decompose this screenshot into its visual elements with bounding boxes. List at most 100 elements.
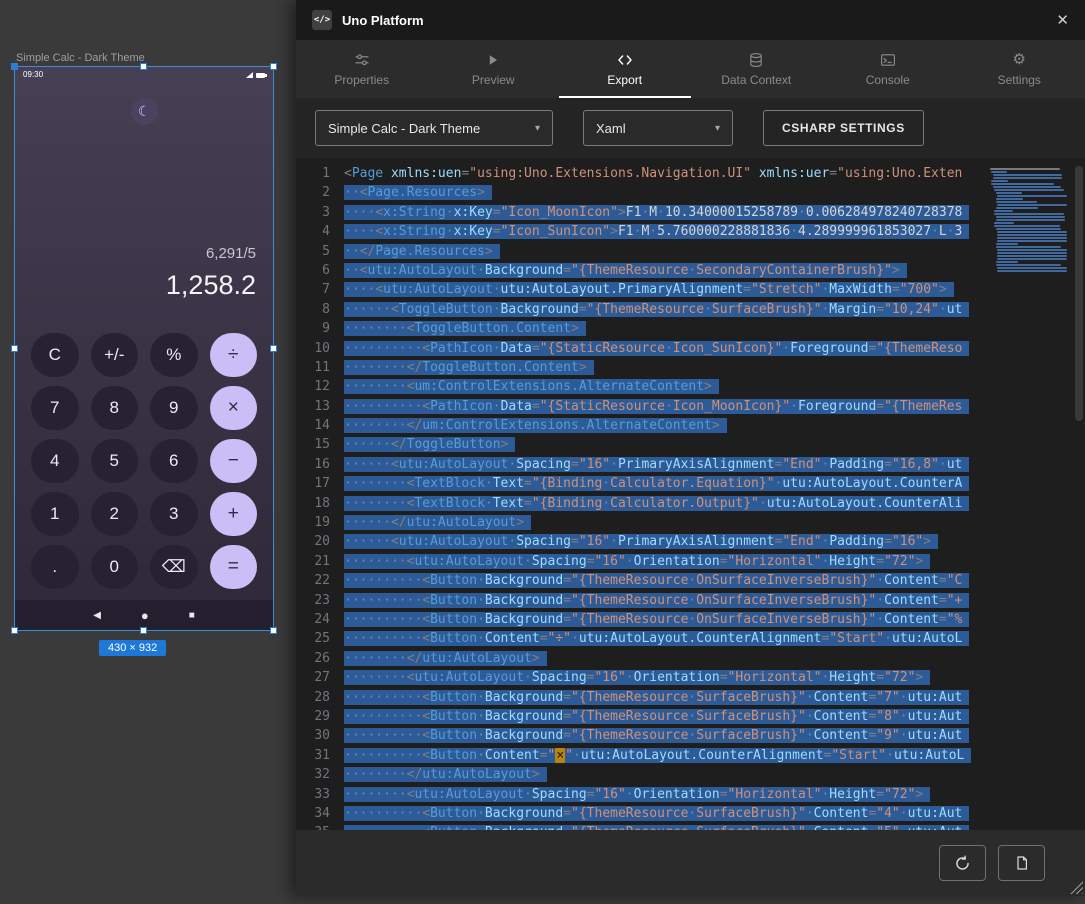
selection-handle[interactable] [140, 63, 147, 70]
tab-preview[interactable]: Preview [428, 40, 560, 98]
minimap-line [993, 186, 1061, 188]
code-line[interactable]: ····<utu:AutoLayout·utu:AutoLayout.Prima… [344, 280, 986, 299]
back-icon[interactable]: ◀ [93, 610, 101, 621]
line-number: 25 [296, 629, 330, 648]
calc-key[interactable]: +/- [91, 333, 139, 377]
code-line[interactable]: ··········<Button·Background="{ThemeReso… [344, 571, 986, 590]
calc-key[interactable]: 4 [31, 439, 79, 483]
code-line[interactable]: ······</utu:AutoLayout> [344, 513, 986, 532]
code-line[interactable]: ··········<PathIcon·Data="{StaticResourc… [344, 397, 986, 416]
theme-dropdown[interactable]: Simple Calc - Dark Theme ▾ [315, 110, 553, 146]
theme-toggle-button[interactable]: ☾ [131, 98, 158, 125]
code-line[interactable]: ········</utu:AutoLayout> [344, 765, 986, 784]
selection-handle[interactable] [11, 627, 18, 634]
calc-key[interactable]: = [210, 545, 258, 589]
calc-key[interactable]: 1 [31, 492, 79, 536]
code-line[interactable]: ········<um:ControlExtensions.AlternateC… [344, 377, 986, 396]
code-line[interactable]: ··········<Button·Background="{ThemeReso… [344, 726, 986, 745]
line-number: 14 [296, 416, 330, 435]
code-line[interactable]: ········</utu:AutoLayout> [344, 649, 986, 668]
code-line[interactable]: ··</Page.Resources> [344, 242, 986, 261]
calc-key[interactable]: 9 [150, 386, 198, 430]
code-line[interactable]: ········</ToggleButton.Content> [344, 358, 986, 377]
code-line[interactable]: ········<utu:AutoLayout·Spacing="16"·Ori… [344, 552, 986, 571]
tab-label: Settings [998, 73, 1041, 87]
code-line[interactable]: ········<utu:AutoLayout·Spacing="16"·Ori… [344, 785, 986, 804]
tab-console[interactable]: Console [822, 40, 954, 98]
code-line[interactable]: ··········<Button·Background="{ThemeReso… [344, 804, 986, 823]
code-line[interactable]: ····<x:String·x:Key="Icon_MoonIcon">F1·M… [344, 203, 986, 222]
selection-handle[interactable] [11, 63, 18, 70]
calc-key[interactable]: 8 [91, 386, 139, 430]
code-line[interactable]: ········<TextBlock·Text="{Binding·Calcul… [344, 474, 986, 493]
moon-icon: ☾ [138, 103, 151, 120]
code-line[interactable]: ······<utu:AutoLayout·Spacing="16"·Prima… [344, 532, 986, 551]
code-area[interactable]: <Page xmlns:uen="using:Uno.Extensions.Na… [344, 164, 986, 830]
code-line[interactable]: ··········<Button·Background="{ThemeReso… [344, 610, 986, 629]
selection-handle[interactable] [270, 345, 277, 352]
calc-key[interactable]: + [210, 492, 258, 536]
close-icon[interactable]: ✕ [1056, 11, 1069, 29]
scrollbar-thumb[interactable] [1075, 166, 1083, 421]
calc-key[interactable]: 3 [150, 492, 198, 536]
selection-handle[interactable] [140, 627, 147, 634]
selection-handle[interactable] [270, 627, 277, 634]
code-line[interactable]: ······<ToggleButton·Background="{ThemeRe… [344, 300, 986, 319]
selection-handle[interactable] [11, 345, 18, 352]
tab-export[interactable]: Export [559, 40, 691, 98]
calc-key[interactable]: − [210, 439, 258, 483]
code-line[interactable]: ······<utu:AutoLayout·Spacing="16"·Prima… [344, 455, 986, 474]
code-line[interactable]: ··········<Button·Background="{ThemeReso… [344, 707, 986, 726]
code-line[interactable]: ····<x:String·x:Key="Icon_SunIcon">F1·M·… [344, 222, 986, 241]
code-line[interactable]: ········<TextBlock·Text="{Binding·Calcul… [344, 494, 986, 513]
export-toolbar: Simple Calc - Dark Theme ▾ Xaml ▾ CSHARP… [296, 98, 1085, 158]
line-number: 34 [296, 804, 330, 823]
window-titlebar[interactable]: </> Uno Platform ✕ [296, 0, 1085, 40]
code-line[interactable]: ······</ToggleButton> [344, 435, 986, 454]
calc-key[interactable]: 7 [31, 386, 79, 430]
code-line[interactable]: ········</um:ControlExtensions.Alternate… [344, 416, 986, 435]
code-line[interactable]: <Page xmlns:uen="using:Uno.Extensions.Na… [344, 164, 986, 183]
csharp-settings-button[interactable]: CSHARP SETTINGS [763, 110, 924, 146]
line-number: 35 [296, 823, 330, 830]
calc-key[interactable]: . [31, 545, 79, 589]
code-editor[interactable]: 1234567891011121314151617181920212223242… [296, 158, 1085, 830]
line-number: 15 [296, 435, 330, 454]
export-file-button[interactable] [998, 845, 1045, 881]
minimap-line [996, 201, 1037, 203]
code-line[interactable]: ········<utu:AutoLayout·Spacing="16"·Ori… [344, 668, 986, 687]
tab-data-context[interactable]: Data Context [691, 40, 823, 98]
calc-key[interactable]: C [31, 333, 79, 377]
phone-artboard[interactable]: 09:30 ☾ 6,291/5 1,258.2 C+/-%÷789×456−12… [14, 66, 274, 631]
calc-key[interactable]: × [210, 386, 258, 430]
code-line[interactable]: ··········<Button·Background="{ThemeReso… [344, 823, 986, 830]
selection-handle[interactable] [270, 63, 277, 70]
code-line[interactable]: ··········<Button·Background="{ThemeReso… [344, 591, 986, 610]
code-line[interactable]: ··<Page.Resources> [344, 183, 986, 202]
calc-key[interactable]: ⌫ [150, 545, 198, 589]
minimap[interactable] [986, 164, 1072, 830]
tab-properties[interactable]: Properties [296, 40, 428, 98]
calc-key[interactable]: ÷ [210, 333, 258, 377]
refresh-button[interactable] [939, 845, 986, 881]
code-line[interactable]: ········<ToggleButton.Content> [344, 319, 986, 338]
resize-grip[interactable] [1066, 877, 1083, 894]
home-icon[interactable]: ● [141, 608, 149, 623]
minimap-line [990, 168, 1060, 170]
recents-icon[interactable]: ■ [189, 610, 195, 621]
vertical-scrollbar[interactable] [1072, 164, 1085, 830]
code-line[interactable]: ··········<Button·Content="×"·utu:AutoLa… [344, 746, 986, 765]
calc-key[interactable]: 2 [91, 492, 139, 536]
code-line[interactable]: ··<utu:AutoLayout·Background="{ThemeReso… [344, 261, 986, 280]
battery-icon [256, 73, 265, 78]
tab-settings[interactable]: ⚙Settings [954, 40, 1085, 98]
calc-key[interactable]: 6 [150, 439, 198, 483]
calc-key[interactable]: % [150, 333, 198, 377]
code-line[interactable]: ··········<PathIcon·Data="{StaticResourc… [344, 339, 986, 358]
calc-key[interactable]: 5 [91, 439, 139, 483]
code-line[interactable]: ··········<Button·Content="÷"·utu:AutoLa… [344, 629, 986, 648]
format-dropdown[interactable]: Xaml ▾ [583, 110, 733, 146]
calc-key[interactable]: 0 [91, 545, 139, 589]
minimap-line [997, 255, 1067, 257]
code-line[interactable]: ··········<Button·Background="{ThemeReso… [344, 688, 986, 707]
